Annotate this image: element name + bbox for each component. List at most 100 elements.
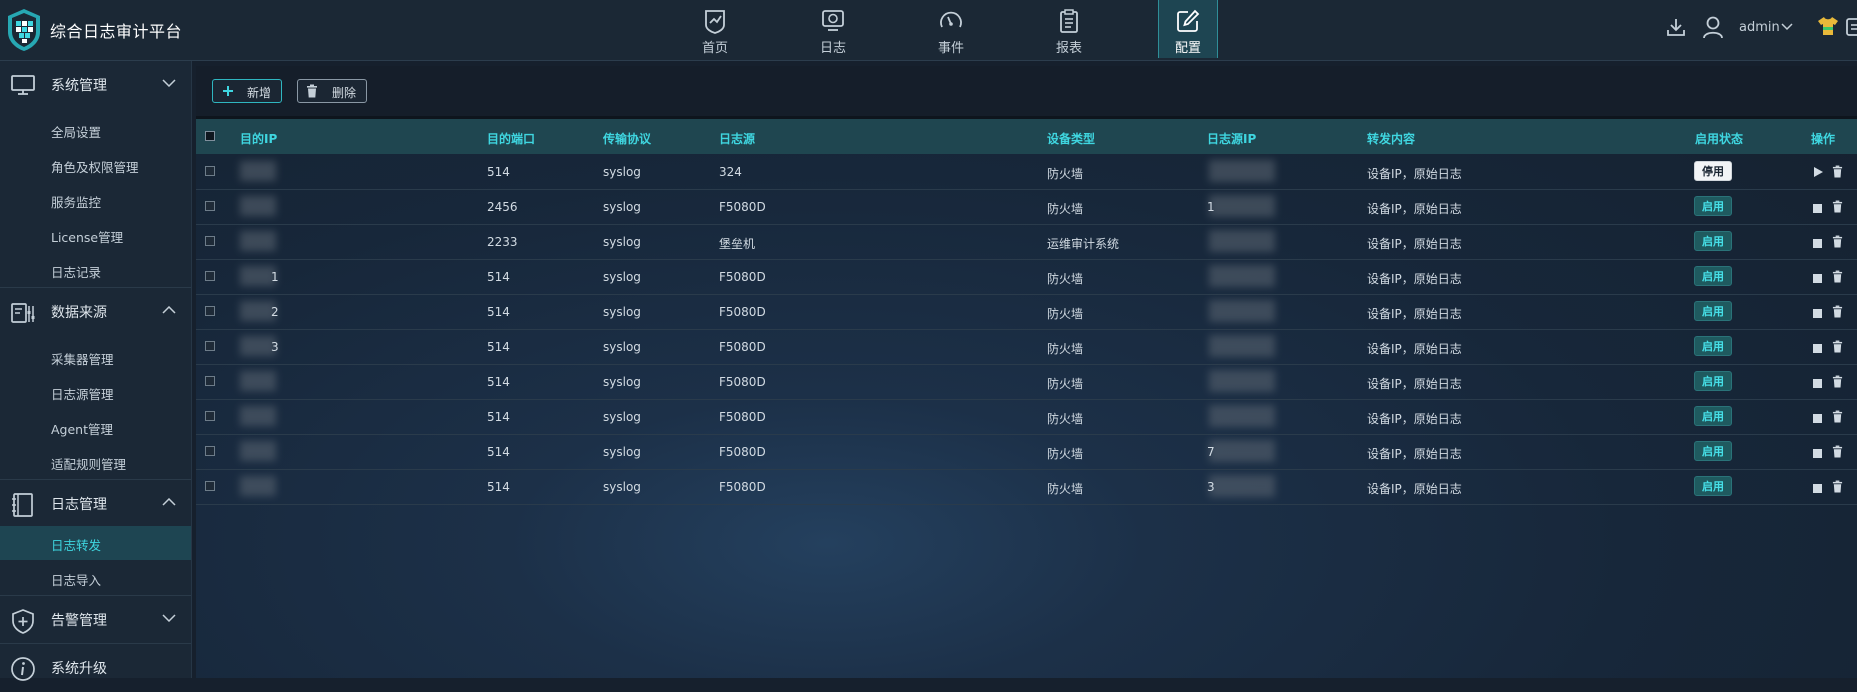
sidebar-item-license[interactable]: License管理 (0, 218, 191, 252)
sidebar-group-data-source[interactable]: 数据来源 (0, 288, 191, 336)
cell-port: 514 (487, 375, 510, 389)
stop-button[interactable] (1813, 412, 1822, 426)
add-button[interactable]: 新增 (212, 79, 282, 103)
status-toggle-button[interactable]: 启用 (1694, 406, 1732, 426)
col-dest-ip[interactable]: 目的IP (240, 130, 277, 147)
stop-button[interactable] (1813, 377, 1822, 391)
nav-config[interactable]: 配置 (1158, 0, 1218, 58)
sidebar-item-log-forwarding[interactable]: 日志转发 (0, 526, 191, 560)
sidebar-item-roles[interactable]: 角色及权限管理 (0, 148, 191, 182)
stop-button[interactable] (1813, 237, 1822, 251)
row-checkbox[interactable] (205, 481, 215, 491)
table-row[interactable]: 514 syslog 324 防火墙 设备IP，原始日志 停用 (196, 154, 1857, 190)
delete-row-button[interactable] (1832, 165, 1843, 181)
status-toggle-button[interactable]: 启用 (1694, 441, 1732, 461)
stop-icon (1813, 414, 1822, 423)
status-toggle-button[interactable]: 启用 (1694, 336, 1732, 356)
row-checkbox[interactable] (205, 446, 215, 456)
row-checkbox[interactable] (205, 236, 215, 246)
stop-button[interactable] (1813, 342, 1822, 356)
stop-button[interactable] (1813, 307, 1822, 321)
col-actions: 操作 (1811, 132, 1836, 146)
stop-button[interactable] (1813, 482, 1822, 496)
delete-row-button[interactable] (1832, 235, 1843, 251)
status-toggle-button[interactable]: 停用 (1694, 161, 1732, 181)
select-all-checkbox[interactable] (205, 131, 215, 141)
stop-button[interactable] (1813, 447, 1822, 461)
row-checkbox[interactable] (205, 376, 215, 386)
theme-shirt-icon[interactable] (1817, 16, 1839, 36)
table-row[interactable]: 1 514 syslog F5080D 防火墙 设备IP，原始日志 启用 (196, 259, 1857, 295)
status-toggle-button[interactable]: 启用 (1694, 196, 1732, 216)
delete-row-button[interactable] (1832, 270, 1843, 286)
delete-row-button[interactable] (1832, 305, 1843, 321)
table-row[interactable]: 2456 syslog F5080D 防火墙 1 设备IP，原始日志 启用 (196, 189, 1857, 225)
sidebar-group-title: 系统管理 (51, 78, 107, 94)
row-checkbox[interactable] (205, 411, 215, 421)
stop-button[interactable] (1813, 272, 1822, 286)
cell-dest-ip: 3 (271, 340, 279, 354)
status-toggle-button[interactable]: 启用 (1694, 301, 1732, 321)
table-row[interactable]: 514 syslog F5080D 防火墙 7 设备IP，原始日志 启用 (196, 434, 1857, 470)
sidebar-item-global-settings[interactable]: 全局设置 (0, 113, 191, 147)
user-name[interactable]: admin (1739, 20, 1780, 35)
sidebar-item-service-monitor[interactable]: 服务监控 (0, 183, 191, 217)
col-source-ip[interactable]: 日志源IP (1207, 130, 1256, 147)
row-checkbox[interactable] (205, 306, 215, 316)
sidebar-item-log-import[interactable]: 日志导入 (0, 561, 191, 595)
chevron-down-icon[interactable] (1781, 23, 1793, 31)
sidebar-group-system[interactable]: 系统管理 (0, 61, 191, 109)
cell-log-source: F5080D (719, 200, 766, 214)
cell-forward-content: 设备IP，原始日志 (1367, 377, 1462, 391)
table-row[interactable]: 514 syslog F5080D 防火墙 设备IP，原始日志 启用 (196, 399, 1857, 435)
status-toggle-button[interactable]: 启用 (1694, 266, 1732, 286)
col-forward-content[interactable]: 转发内容 (1367, 130, 1415, 147)
col-protocol[interactable]: 传输协议 (603, 130, 651, 147)
nav-logs[interactable]: 日志 (804, 0, 862, 58)
start-button[interactable] (1813, 166, 1823, 180)
sidebar-item-log-source[interactable]: 日志源管理 (0, 375, 191, 409)
col-status[interactable]: 启用状态 (1695, 130, 1743, 147)
table-row[interactable]: 3 514 syslog F5080D 防火墙 设备IP，原始日志 启用 (196, 329, 1857, 365)
status-toggle-button[interactable]: 启用 (1694, 371, 1732, 391)
sidebar-item-collector[interactable]: 采集器管理 (0, 340, 191, 374)
message-icon[interactable] (1846, 16, 1857, 38)
sidebar-group-upgrade[interactable]: 系统升级 (0, 644, 191, 692)
user-avatar-icon[interactable] (1702, 15, 1724, 39)
nav-home[interactable]: 首页 (686, 0, 744, 58)
delete-row-button[interactable] (1832, 445, 1843, 461)
row-checkbox[interactable] (205, 271, 215, 281)
delete-row-button[interactable] (1832, 340, 1843, 356)
sidebar-item-agent[interactable]: Agent管理 (0, 410, 191, 444)
row-checkbox[interactable] (205, 201, 215, 211)
row-checkbox[interactable] (205, 166, 215, 176)
delete-row-button[interactable] (1832, 480, 1843, 496)
row-checkbox[interactable] (205, 341, 215, 351)
delete-row-button[interactable] (1832, 200, 1843, 216)
delete-row-button[interactable] (1832, 375, 1843, 391)
col-device-type[interactable]: 设备类型 (1047, 130, 1095, 147)
col-dest-port[interactable]: 目的端口 (487, 130, 535, 147)
nav-label: 报表 (1055, 41, 1082, 56)
table-header: 目的IP 目的端口 传输协议 日志源 设备类型 日志源IP 转发内容 启用状态 … (196, 119, 1857, 154)
col-log-source[interactable]: 日志源 (719, 130, 755, 147)
clipboard-icon (1060, 9, 1078, 33)
table-row[interactable]: 514 syslog F5080D 防火墙 设备IP，原始日志 启用 (196, 364, 1857, 400)
delete-button[interactable]: 删除 (297, 79, 367, 103)
download-icon[interactable] (1666, 17, 1686, 37)
delete-row-button[interactable] (1832, 410, 1843, 426)
status-toggle-button[interactable]: 启用 (1694, 476, 1732, 496)
redacted-dest-ip (240, 161, 276, 181)
stop-button[interactable] (1813, 202, 1822, 216)
table-row[interactable]: 2233 syslog 堡垒机 运维审计系统 设备IP，原始日志 启用 (196, 224, 1857, 260)
table-row[interactable]: 2 514 syslog F5080D 防火墙 设备IP，原始日志 启用 (196, 294, 1857, 330)
status-toggle-button[interactable]: 启用 (1694, 231, 1732, 251)
sidebar-item-adapter-rules[interactable]: 适配规则管理 (0, 445, 191, 479)
sidebar-group-log-management[interactable]: 日志管理 (0, 480, 191, 528)
table-row[interactable]: 514 syslog F5080D 防火墙 3 设备IP，原始日志 启用 (196, 469, 1857, 505)
nav-reports[interactable]: 报表 (1040, 0, 1098, 58)
stop-icon (1813, 239, 1822, 248)
sidebar-group-alerts[interactable]: 告警管理 (0, 596, 191, 644)
sidebar-item-log-records[interactable]: 日志记录 (0, 253, 191, 287)
nav-events[interactable]: 事件 (922, 0, 980, 58)
